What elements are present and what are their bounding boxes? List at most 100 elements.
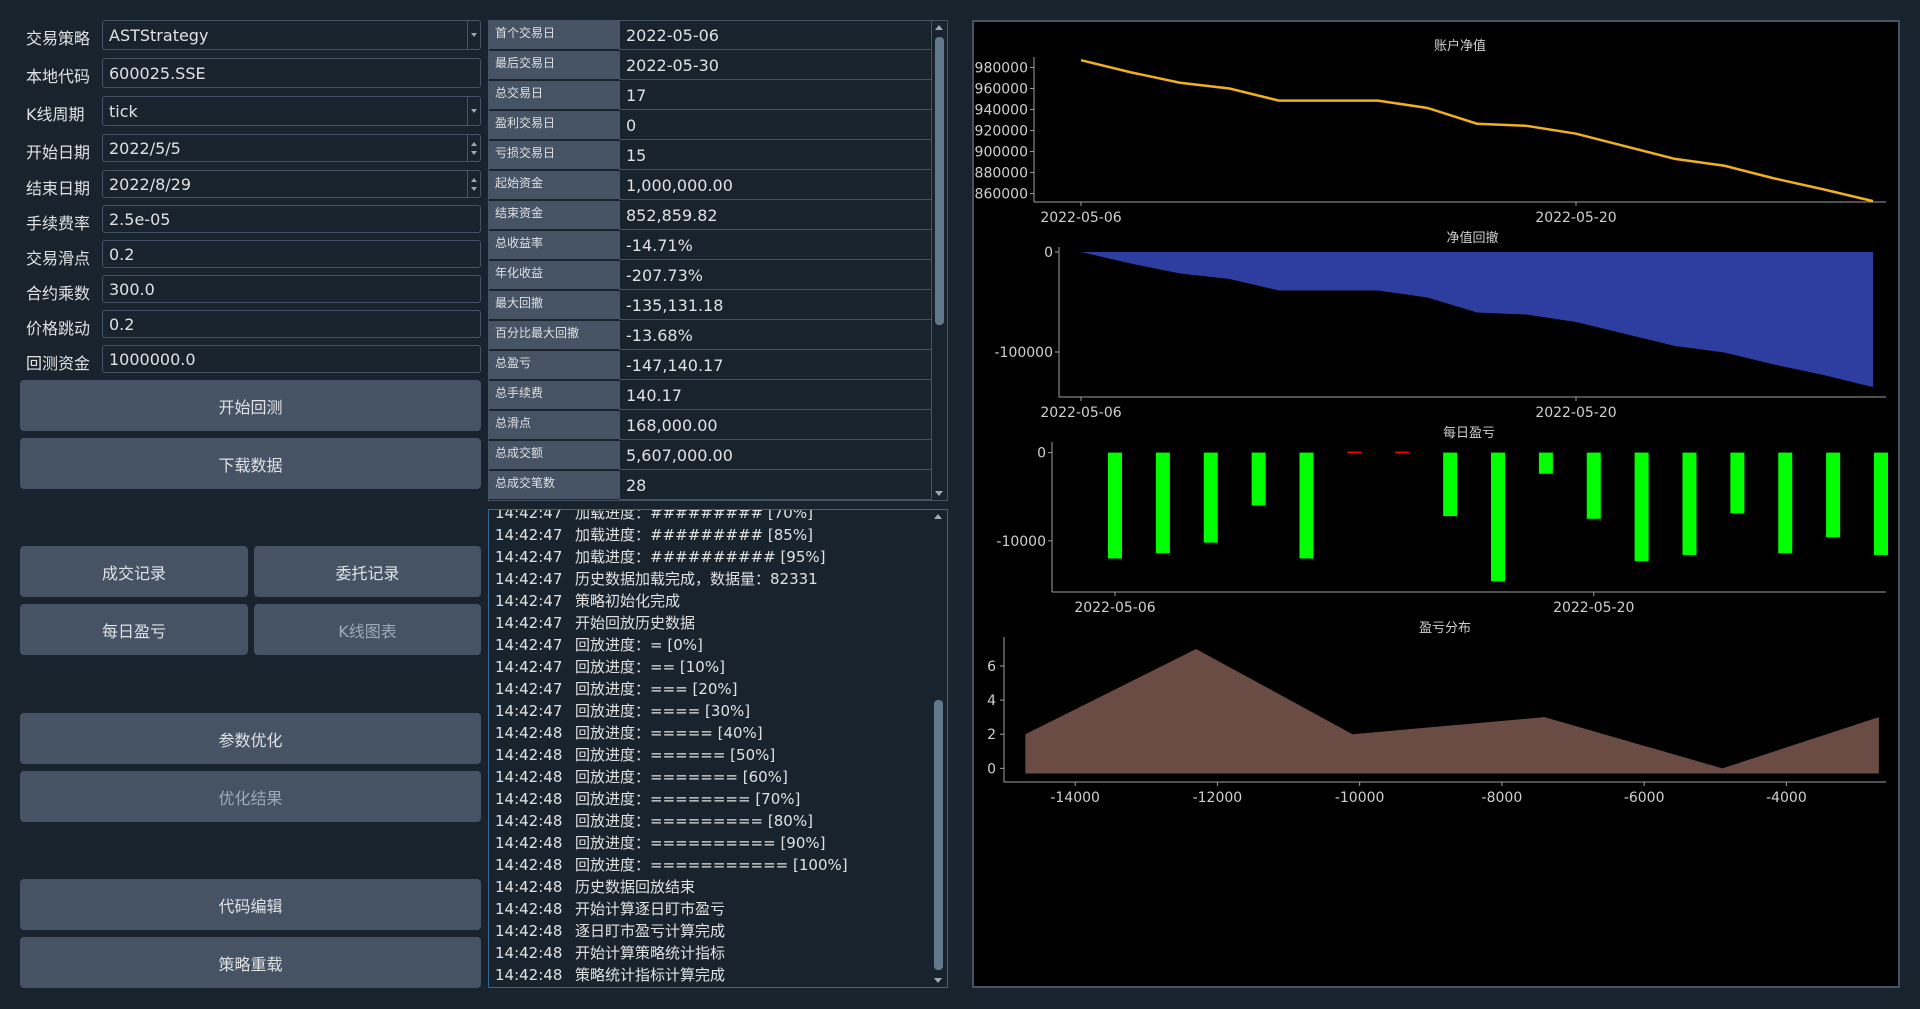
scroll-up-icon[interactable] [935, 25, 943, 30]
log-line: 14:42:48 回放进度：========= [80%] [495, 810, 925, 832]
statistics-key: 最大回撤 [489, 291, 619, 320]
start-backtest-button[interactable]: 开始回测 [20, 380, 481, 431]
log-message: 回放进度：====== [50%] [575, 746, 776, 764]
scroll-up-icon[interactable] [934, 514, 942, 519]
symbol-label: 本地代码 [26, 67, 91, 86]
x-tick-label: -10000 [1335, 790, 1385, 806]
statistics-row[interactable]: 总滑点 168,000.00 [489, 411, 931, 441]
log-time: 14:42:48 [495, 812, 563, 830]
param-optimize-button[interactable]: 参数优化 [20, 713, 481, 764]
chevron-down-icon[interactable] [467, 21, 480, 49]
log-lines: 14:42:47 加载进度：######### [70%] 14:42:47 加载进度… [495, 509, 925, 986]
statistics-row[interactable]: 总收益率 -14.71% [489, 231, 931, 261]
distribution-area [1025, 648, 1879, 774]
y-tick-label: 4 [987, 693, 996, 709]
log-line: 14:42:47 加载进度：######### [85%] [495, 524, 925, 546]
log-message: 回放进度：========== [90%] [575, 834, 826, 852]
log-message: 加载进度：######### [85%] [575, 526, 813, 544]
interval-combo[interactable]: tick [102, 96, 481, 126]
start-date-edit[interactable]: 2022/5/5 [102, 134, 481, 162]
scroll-down-icon[interactable] [934, 978, 942, 983]
log-time: 14:42:48 [495, 944, 563, 962]
log-time: 14:42:48 [495, 746, 563, 764]
log-time: 14:42:48 [495, 878, 563, 896]
drawdown-area [1081, 252, 1873, 388]
statistics-row[interactable]: 总盈亏 -147,140.17 [489, 351, 931, 381]
statistics-row[interactable]: 总手续费 140.17 [489, 381, 931, 411]
log-message: 回放进度：======= [60%] [575, 768, 788, 786]
statistics-row[interactable]: 起始资金 1,000,000.00 [489, 171, 931, 201]
symbol-input[interactable]: 600025.SSE [102, 58, 481, 88]
slippage-row: 交易滑点 0.2 [20, 240, 481, 270]
log-time: 14:42:47 [495, 526, 563, 544]
strategy-combo[interactable]: ASTStrategy [102, 20, 481, 50]
statistics-row[interactable]: 结束资金 852,859.82 [489, 201, 931, 231]
y-tick-label: 920000 [975, 124, 1028, 140]
statistics-key: 总滑点 [489, 411, 619, 440]
rate-input[interactable]: 2.5e-05 [102, 205, 481, 233]
pricetick-input[interactable]: 0.2 [102, 310, 481, 338]
download-data-button[interactable]: 下载数据 [20, 438, 481, 489]
pnl-bar [1443, 452, 1458, 517]
log-output[interactable]: 14:42:47 加载进度：######### [70%] 14:42:47 加载进度… [488, 509, 948, 988]
statistics-table[interactable]: 首个交易日 2022-05-06 最后交易日 2022-05-30 总交易日 17 盈利交易… [488, 20, 948, 501]
statistics-value: -14.71% [619, 231, 931, 260]
spin-arrows-icon[interactable] [467, 135, 480, 161]
chart-panel[interactable]: 账户净值 860000 880000 900000 920000 940000 960000… [972, 20, 1900, 988]
end-date-edit[interactable]: 2022/8/29 [102, 170, 481, 198]
code-edit-button[interactable]: 代码编辑 [20, 879, 481, 930]
statistics-row[interactable]: 总交易日 17 [489, 81, 931, 111]
log-message: 回放进度：== [10%] [575, 658, 725, 676]
order-records-button[interactable]: 委托记录 [254, 546, 481, 597]
statistics-row[interactable]: 总成交额 5,607,000.00 [489, 441, 931, 471]
statistics-row[interactable]: 盈利交易日 0 [489, 111, 931, 141]
log-time: 14:42:47 [495, 592, 563, 610]
statistics-value: 15 [619, 141, 931, 170]
log-scrollbar[interactable] [931, 510, 947, 987]
capital-row: 回测资金 1000000.0 [20, 345, 481, 375]
log-line: 14:42:47 加载进度：######### [70%] [495, 509, 925, 524]
log-message: 策略初始化完成 [575, 592, 681, 610]
log-message: 回放进度：===== [40%] [575, 724, 763, 742]
statistics-row[interactable]: 最后交易日 2022-05-30 [489, 51, 931, 81]
capital-input[interactable]: 1000000.0 [102, 345, 481, 373]
chevron-down-icon[interactable] [467, 97, 480, 125]
pnl-bar [1634, 452, 1649, 562]
log-time: 14:42:47 [495, 509, 563, 522]
x-tick-label: 2022-05-20 [1535, 405, 1616, 421]
log-line: 14:42:47 策略初始化完成 [495, 590, 925, 612]
statistics-row[interactable]: 首个交易日 2022-05-06 [489, 21, 931, 51]
log-line: 14:42:47 历史数据加载完成，数据量：82331 [495, 568, 925, 590]
scrollbar-thumb[interactable] [934, 700, 943, 970]
log-message: 回放进度：= [0%] [575, 636, 703, 654]
start-date-value: 2022/5/5 [109, 139, 181, 158]
spin-arrows-icon[interactable] [467, 171, 480, 197]
y-tick-label: 900000 [975, 145, 1028, 161]
scroll-down-icon[interactable] [935, 491, 943, 496]
statistics-key: 总成交笔数 [489, 471, 619, 500]
size-input[interactable]: 300.0 [102, 275, 481, 303]
rate-value: 2.5e-05 [109, 210, 171, 229]
statistics-scrollbar[interactable] [931, 21, 947, 500]
statistics-key: 总成交额 [489, 441, 619, 470]
x-tick-label: -8000 [1482, 790, 1523, 806]
log-message: 策略统计指标计算完成 [575, 966, 726, 984]
statistics-row[interactable]: 年化收益 -207.73% [489, 261, 931, 291]
statistics-row[interactable]: 亏损交易日 15 [489, 141, 931, 171]
optimize-result-button[interactable]: 优化结果 [20, 771, 481, 822]
kline-chart-button[interactable]: K线图表 [254, 604, 481, 655]
slippage-input[interactable]: 0.2 [102, 240, 481, 268]
statistics-value: 2022-05-30 [619, 51, 931, 80]
daily-pnl-button[interactable]: 每日盈亏 [20, 604, 248, 655]
chart-title: 账户净值 [1434, 38, 1486, 54]
y-tick-label: -10000 [996, 534, 1046, 550]
strategy-reload-button[interactable]: 策略重载 [20, 937, 481, 988]
statistics-row[interactable]: 最大回撤 -135,131.18 [489, 291, 931, 321]
pnl-bar [1395, 451, 1410, 454]
trade-records-button[interactable]: 成交记录 [20, 546, 248, 597]
statistics-row[interactable]: 总成交笔数 28 [489, 471, 931, 500]
statistics-row[interactable]: 百分比最大回撤 -13.68% [489, 321, 931, 351]
balance-series-line [1080, 58, 1874, 203]
statistics-key: 总盈亏 [489, 351, 619, 380]
scrollbar-thumb[interactable] [935, 37, 944, 325]
